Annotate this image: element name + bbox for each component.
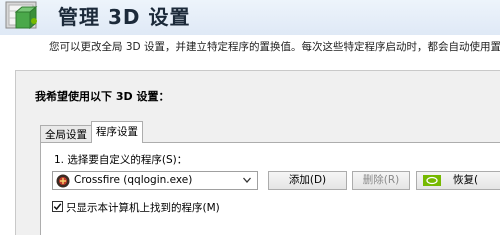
page-description: 您可以更改全局 3D 设置，并建立特定程序的置换值。每次这些特定程序启动时，都会… — [49, 41, 500, 53]
nvidia-icon — [423, 175, 441, 186]
page-title: 管理 3D 设置 — [58, 5, 191, 29]
add-button[interactable]: 添加(D) — [268, 171, 347, 190]
program-dropdown[interactable]: Crossfire (qqlogin.exe) — [52, 171, 258, 190]
header-bar: 管理 3D 设置 — [0, 0, 500, 35]
restore-button[interactable]: 恢复( — [416, 171, 500, 190]
show-only-found-programs-checkbox[interactable] — [52, 201, 63, 212]
delete-button[interactable]: 删除(R) — [352, 171, 410, 190]
checkmark-icon — [53, 203, 62, 211]
3d-settings-icon — [5, 1, 38, 30]
tab-program-settings[interactable]: 程序设置 — [91, 121, 143, 143]
select-program-label: 1. 选择要自定义的程序(S)： — [54, 154, 188, 166]
restore-button-label: 恢复( — [453, 174, 479, 186]
chevron-down-icon[interactable] — [242, 175, 252, 185]
panel-title: 我希望使用以下 3D 设置： — [35, 90, 170, 103]
selected-program-value: Crossfire (qqlogin.exe) — [74, 174, 193, 186]
manage-3d-settings-page: 管理 3D 设置 您可以更改全局 3D 设置，并建立特定程序的置换值。每次这些特… — [0, 0, 500, 235]
show-only-found-programs-label: 只显示本计算机上找到的程序(M) — [66, 202, 220, 214]
tab-global-settings[interactable]: 全局设置 — [40, 125, 92, 143]
crossfire-icon — [56, 174, 70, 188]
